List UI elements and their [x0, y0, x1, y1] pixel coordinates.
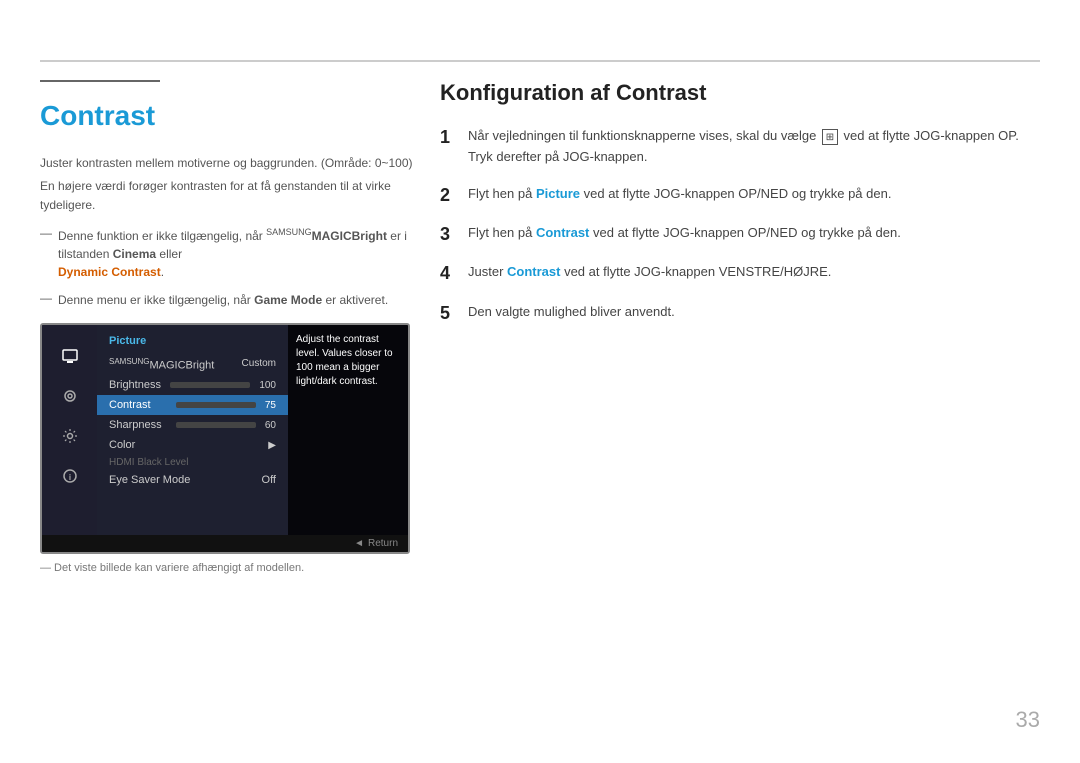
note2-suffix: er aktiveret.: [322, 293, 388, 307]
step-text-1: Når vejledningen til funktionsknapperne …: [468, 126, 1040, 168]
note2-prefix: Denne menu er ikke tilgængelig, når: [58, 293, 254, 307]
menu-value-eyesaver: Off: [262, 474, 276, 486]
menu-label-brightness: Brightness: [109, 379, 161, 391]
step-number-1: 1: [440, 126, 468, 149]
description-1: Juster kontrasten mellem motiverne og ba…: [40, 154, 420, 173]
page-title: Contrast: [40, 100, 420, 132]
sidebar-icon-picture: [59, 345, 81, 367]
sidebar-icon-info: i: [59, 465, 81, 487]
step-text-4: Juster Contrast ved at flytte JOG-knappe…: [468, 262, 831, 283]
menu-item-color: Color ▶: [97, 435, 288, 455]
step-text-2: Flyt hen på Picture ved at flytte JOG-kn…: [468, 184, 891, 205]
menu-item-brightness: Brightness 100: [97, 375, 288, 395]
monitor-mockup: i Picture SAMSUNGMAGICBright Custom Brig…: [40, 323, 410, 554]
note1-brand: SAMSUNGMAGICBright: [266, 229, 387, 243]
note1-or: eller: [156, 247, 182, 261]
step-5: 5 Den valgte mulighed bliver anvendt.: [440, 302, 1040, 325]
menu-item-contrast: Contrast 75: [97, 395, 288, 415]
note-text-2: Denne menu er ikke tilgængelig, når Game…: [58, 291, 388, 309]
menu-item-eyesaver: Eye Saver Mode Off: [97, 470, 288, 490]
description-2: En højere værdi forøger kontrasten for a…: [40, 177, 420, 215]
jog-icon: ⊞: [822, 129, 838, 145]
step-3: 3 Flyt hen på Contrast ved at flytte JOG…: [440, 223, 1040, 246]
step-number-5: 5: [440, 302, 468, 325]
return-label: Return: [368, 538, 398, 549]
menu-label-contrast: Contrast: [109, 399, 151, 411]
note1-dynamic: Dynamic Contrast: [58, 265, 161, 279]
step-number-2: 2: [440, 184, 468, 207]
left-column: Contrast Juster kontrasten mellem motive…: [40, 80, 420, 574]
top-divider: [40, 60, 1040, 62]
section-title: Konfiguration af Contrast: [440, 80, 1040, 106]
menu-value-brightness: 100: [259, 380, 276, 391]
step-2: 2 Flyt hen på Picture ved at flytte JOG-…: [440, 184, 1040, 207]
step-4: 4 Juster Contrast ved at flytte JOG-knap…: [440, 262, 1040, 285]
brightness-bar: [170, 382, 250, 388]
step4-contrast: Contrast: [507, 264, 560, 279]
note1-prefix: Denne funktion er ikke tilgængelig, når: [58, 229, 266, 243]
step-number-3: 3: [440, 223, 468, 246]
note2-gamemode: Game Mode: [254, 293, 322, 307]
step-text-5: Den valgte mulighed bliver anvendt.: [468, 302, 675, 323]
menu-label-magicbright: SAMSUNGMAGICBright: [109, 357, 214, 372]
sidebar-icon-settings: [59, 425, 81, 447]
image-note: ― Det viste billede kan variere afhængig…: [40, 562, 420, 574]
step-number-4: 4: [440, 262, 468, 285]
menu-value-sharpness: 60: [265, 420, 276, 431]
note1-cinema: Cinema: [113, 247, 156, 261]
step3-contrast: Contrast: [536, 225, 589, 240]
steps-list: 1 Når vejledningen til funktionsknappern…: [440, 126, 1040, 325]
monitor-return-bar: ◄ Return: [42, 535, 408, 552]
menu-item-magicbright: SAMSUNGMAGICBright Custom: [97, 353, 288, 376]
monitor-sidebar: i: [42, 325, 97, 535]
sharpness-bar: [176, 422, 256, 428]
step2-picture: Picture: [536, 186, 580, 201]
menu-header: Picture: [97, 333, 288, 353]
monitor-menu: Picture SAMSUNGMAGICBright Custom Bright…: [97, 325, 288, 535]
sidebar-icon-sound: [59, 385, 81, 407]
contrast-bar: [176, 402, 256, 408]
menu-label-sharpness: Sharpness: [109, 419, 162, 431]
menu-label-color: Color: [109, 439, 135, 451]
callout-text: Adjust the contrast level. Values closer…: [296, 334, 393, 387]
note1-brand-super: SAMSUNG: [266, 227, 312, 237]
menu-label-eyesaver: Eye Saver Mode: [109, 474, 190, 486]
monitor-callout: Adjust the contrast level. Values closer…: [288, 325, 408, 535]
title-underline: [40, 80, 160, 82]
note-block-1: — Denne funktion er ikke tilgængelig, nå…: [40, 226, 420, 281]
svg-text:i: i: [68, 473, 70, 482]
step-text-3: Flyt hen på Contrast ved at flytte JOG-k…: [468, 223, 901, 244]
menu-item-hdmi: HDMI Black Level: [97, 455, 288, 470]
right-column: Konfiguration af Contrast 1 Når vejledni…: [440, 80, 1040, 341]
return-arrow: ◄: [354, 538, 364, 549]
step-1: 1 Når vejledningen til funktionsknappern…: [440, 126, 1040, 168]
note-dash-1: —: [40, 226, 52, 240]
page-number: 33: [1016, 707, 1040, 733]
note-text-1: Denne funktion er ikke tilgængelig, når …: [58, 226, 420, 281]
menu-value-magicbright: Custom: [242, 358, 276, 369]
note1-period: .: [161, 265, 164, 279]
note-block-2: — Denne menu er ikke tilgængelig, når Ga…: [40, 291, 420, 309]
menu-value-color: ▶: [268, 440, 276, 451]
menu-value-contrast: 75: [265, 400, 276, 411]
note-dash-2: —: [40, 291, 52, 305]
menu-item-sharpness: Sharpness 60: [97, 415, 288, 435]
